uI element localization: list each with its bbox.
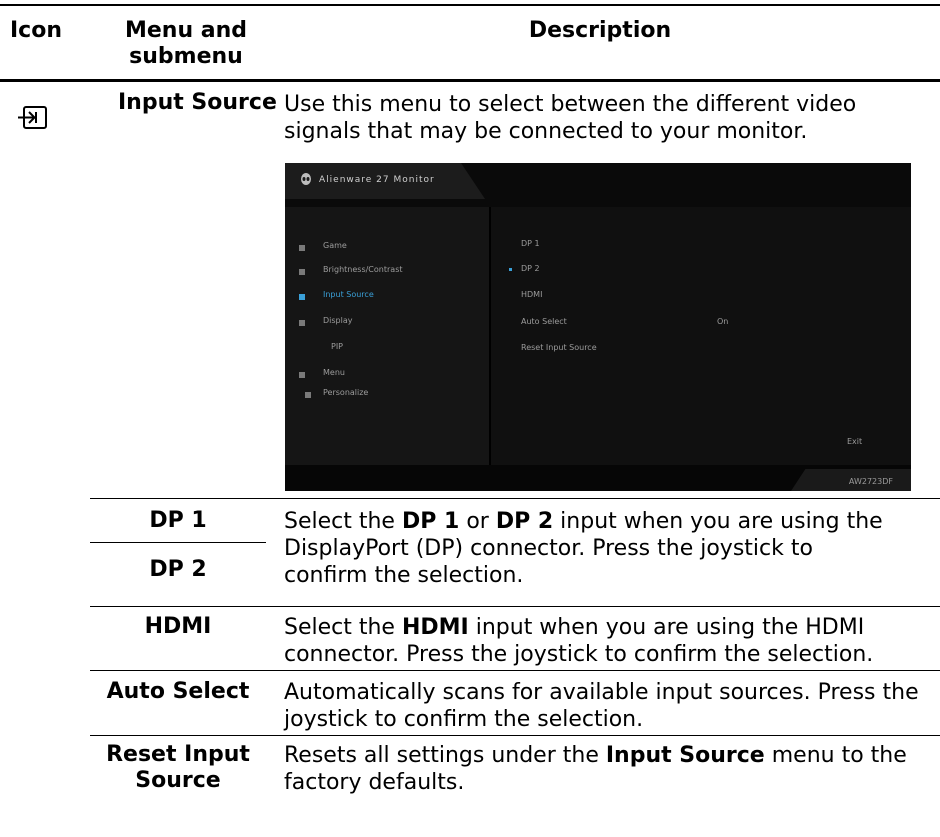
dp-desc-bold-dp2: DP 2 [495, 509, 554, 534]
dp-desc-line3: confirm the selection. [284, 563, 524, 588]
auto-desc-line1: Automatically scans for available input … [284, 680, 919, 705]
submenu-dp2: DP 2 [149, 557, 207, 582]
submenu-auto-select: Auto Select [106, 679, 250, 704]
column-header-menu-line1: Menu and [124, 18, 248, 43]
dp-desc-post: input when you are using the [553, 509, 883, 534]
reset-description: Resets all settings under the Input Sour… [284, 742, 924, 796]
hdmi-desc-post: input when you are using the HDMI [468, 615, 865, 640]
osd-display-icon [299, 320, 305, 326]
osd-brightness-icon [299, 269, 305, 275]
osd-right-panel [491, 207, 911, 465]
manual-page: Icon Menu and submenu Description Input … [0, 0, 940, 837]
row-rule-reset [90, 735, 940, 736]
column-header-description: Description [528, 18, 672, 43]
osd-item-reset-input-source[interactable]: Reset Input Source [521, 343, 597, 352]
column-header-menu: Menu and submenu [116, 18, 256, 70]
input-source-desc-line1: Use this menu to select between the diff… [284, 92, 857, 117]
osd-selected-dot-icon [509, 268, 512, 271]
reset-label-line2: Source [135, 768, 221, 793]
hdmi-description: Select the HDMI input when you are using… [284, 614, 924, 668]
hdmi-desc-line2: connector. Press the joystick to confirm… [284, 642, 874, 667]
reset-desc-post: menu to the [764, 743, 907, 768]
submenu-reset-input-source: Reset Input Source [90, 742, 266, 794]
dp-desc-pre: Select the [284, 509, 402, 534]
osd-auto-select-value: On [717, 317, 729, 326]
dp-desc-mid: or [459, 509, 496, 534]
reset-label-line1: Reset Input [106, 742, 250, 767]
table-top-rule [0, 4, 940, 6]
header-rule [0, 79, 940, 82]
column-header-menu-line2: submenu [129, 44, 243, 69]
osd-exit-button[interactable]: Exit [847, 437, 862, 446]
osd-menu-display[interactable]: Display [323, 316, 353, 325]
osd-item-hdmi[interactable]: HDMI [521, 290, 542, 299]
submenu-dp1: DP 1 [149, 508, 207, 533]
reset-desc-line1: Resets all settings under the Input Sour… [284, 742, 924, 769]
hdmi-desc-line1: Select the HDMI input when you are using… [284, 614, 924, 641]
osd-item-auto-select[interactable]: Auto Select [521, 317, 567, 326]
row-rule-dp1 [90, 498, 940, 499]
column-header-icon: Icon [10, 18, 63, 43]
reset-desc-line2: factory defaults. [284, 770, 465, 795]
hdmi-desc-bold: HDMI [401, 615, 469, 640]
osd-item-dp2[interactable]: DP 2 [521, 264, 540, 273]
auto-desc-line2: joystick to confirm the selection. [284, 707, 644, 732]
osd-footer-text: AW2723DF [848, 477, 893, 486]
menu-input-source: Input Source [118, 90, 277, 115]
row-rule-dp2 [90, 542, 266, 543]
osd-screenshot: Alienware 27 Monitor Game Brightness/Con… [285, 163, 911, 491]
dp-description: Select the DP 1 or DP 2 input when you a… [284, 508, 924, 589]
osd-menu-icon [299, 372, 305, 378]
osd-menu-brightness-contrast[interactable]: Brightness/Contrast [323, 265, 403, 274]
auto-select-description: Automatically scans for available input … [284, 679, 924, 733]
dp-desc-line1: Select the DP 1 or DP 2 input when you a… [284, 508, 924, 535]
osd-input-source-icon [299, 294, 305, 300]
input-source-desc-line2: signals that may be connected to your mo… [284, 119, 808, 144]
osd-menu-game[interactable]: Game [323, 241, 347, 250]
osd-left-panel [285, 207, 489, 465]
dp-desc-line2: DisplayPort (DP) connector. Press the jo… [284, 536, 813, 561]
row-rule-hdmi [90, 606, 940, 607]
osd-personalize-icon [305, 392, 311, 398]
row-rule-auto-select [90, 670, 940, 671]
osd-menu-pip[interactable]: PIP [331, 342, 343, 351]
osd-menu-input-source[interactable]: Input Source [323, 290, 374, 299]
osd-title: Alienware 27 Monitor [319, 175, 435, 185]
input-source-icon [18, 106, 47, 129]
osd-menu-menu[interactable]: Menu [323, 368, 345, 377]
submenu-hdmi: HDMI [144, 614, 212, 639]
hdmi-desc-pre: Select the [284, 615, 402, 640]
dp-desc-bold-dp1: DP 1 [401, 509, 460, 534]
osd-item-dp1[interactable]: DP 1 [521, 239, 540, 248]
input-source-description: Use this menu to select between the diff… [284, 91, 924, 145]
reset-desc-bold: Input Source [605, 743, 765, 768]
osd-menu-personalize[interactable]: Personalize [323, 388, 368, 397]
osd-game-icon [299, 245, 305, 251]
reset-desc-pre: Resets all settings under the [284, 743, 606, 768]
alienware-logo-icon [301, 173, 311, 185]
